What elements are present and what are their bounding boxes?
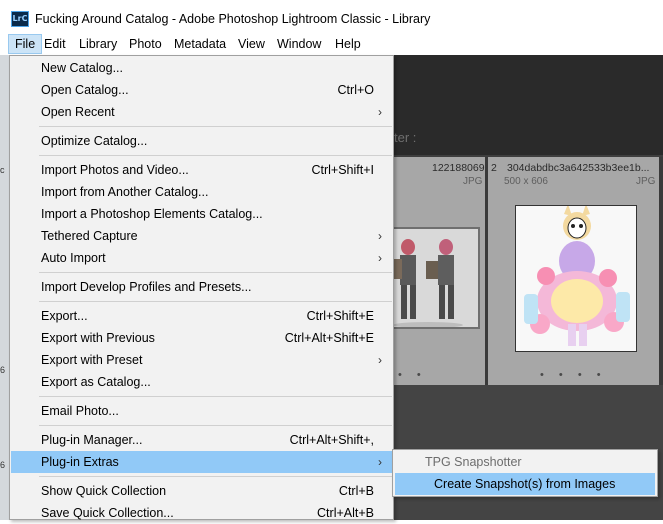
desktop-fragment: c	[0, 165, 5, 175]
submenu-header-tpg-snapshotter: TPG Snapshotter	[395, 451, 655, 473]
grid-cell[interactable]: 122188069 JPG • •	[386, 157, 485, 385]
menu-item-export-as-catalog[interactable]: Export as Catalog...	[11, 371, 392, 393]
menu-photo[interactable]: Photo	[123, 34, 168, 54]
menu-item-import-develop-profiles[interactable]: Import Develop Profiles and Presets...	[11, 276, 392, 298]
menu-window[interactable]: Window	[271, 34, 327, 54]
menu-item-export-with-previous[interactable]: Export with Previous Ctrl+Alt+Shift+E	[11, 327, 392, 349]
menu-item-label: New Catalog...	[41, 61, 123, 75]
menu-item-label: Export as Catalog...	[41, 375, 151, 389]
menu-item-shortcut: Ctrl+Shift+E	[306, 309, 374, 323]
cell-format: JPG	[636, 176, 656, 187]
cell-dimensions: 500 x 606	[504, 176, 548, 187]
menu-item-shortcut: Ctrl+B	[338, 484, 374, 498]
submenu-header-label: TPG Snapshotter	[425, 455, 522, 469]
menu-item-new-catalog[interactable]: New Catalog...	[11, 57, 392, 79]
menu-item-tethered-capture[interactable]: Tethered Capture ›	[11, 225, 392, 247]
menu-item-plugin-extras[interactable]: Plug-in Extras ›	[11, 451, 392, 473]
menu-separator	[39, 301, 392, 302]
menu-item-show-quick-collection[interactable]: Show Quick Collection Ctrl+B	[11, 480, 392, 502]
lightroom-app-icon[interactable]: LrC	[11, 11, 29, 27]
grid-cell[interactable]: 2 304dabdbc3a642533b3ee1b... 500 x 606 J…	[488, 157, 659, 385]
menu-edit[interactable]: Edit	[38, 34, 72, 54]
menu-separator	[39, 476, 392, 477]
window-title: Fucking Around Catalog - Adobe Photoshop…	[35, 12, 431, 26]
menu-item-auto-import[interactable]: Auto Import ›	[11, 247, 392, 269]
thumbnail-image[interactable]	[386, 227, 480, 329]
desktop-fragment: 6	[0, 365, 6, 375]
menu-item-label: Export with Previous	[41, 331, 155, 345]
menu-item-label: Save Quick Collection...	[41, 506, 174, 520]
menu-item-import-photos[interactable]: Import Photos and Video... Ctrl+Shift+I	[11, 159, 392, 181]
library-filter-label[interactable]: ter :	[394, 130, 416, 145]
menu-separator	[39, 155, 392, 156]
menu-help[interactable]: Help	[329, 34, 367, 54]
menu-item-label: Import Photos and Video...	[41, 163, 189, 177]
menu-item-label: Import Develop Profiles and Presets...	[41, 280, 252, 294]
file-menu-dropdown: New Catalog... Open Catalog... Ctrl+O Op…	[9, 55, 394, 520]
desktop-strip: c 6 6	[0, 55, 9, 520]
menu-item-shortcut: Ctrl+O	[337, 83, 374, 97]
plugin-extras-submenu: TPG Snapshotter Create Snapshot(s) from …	[392, 449, 658, 497]
menu-item-shortcut: Ctrl+Alt+Shift+E	[284, 331, 374, 345]
menu-item-optimize-catalog[interactable]: Optimize Catalog...	[11, 130, 392, 152]
library-filter-bar: ter :	[394, 55, 663, 155]
menu-item-import-elements-catalog[interactable]: Import a Photoshop Elements Catalog...	[11, 203, 392, 225]
menu-item-label: Import from Another Catalog...	[41, 185, 209, 199]
cell-format: JPG	[463, 176, 483, 187]
menu-item-create-snapshots[interactable]: Create Snapshot(s) from Images	[395, 473, 655, 495]
menu-item-label: Export...	[41, 309, 88, 323]
cell-filename: 304dabdbc3a642533b3ee1b...	[507, 162, 650, 174]
menu-item-plugin-manager[interactable]: Plug-in Manager... Ctrl+Alt+Shift+,	[11, 429, 392, 451]
menu-item-label: Tethered Capture	[41, 229, 138, 243]
chevron-right-icon: ›	[378, 251, 382, 265]
menu-item-shortcut: Ctrl+Shift+I	[311, 163, 374, 177]
menu-view[interactable]: View	[232, 34, 271, 54]
thumbnail-image[interactable]	[515, 205, 637, 352]
menu-item-email-photo[interactable]: Email Photo...	[11, 400, 392, 422]
thumbnail-art	[516, 206, 636, 351]
cell-dots: • •	[398, 369, 427, 381]
menu-item-label: Export with Preset	[41, 353, 143, 367]
title-bar: LrC Fucking Around Catalog - Adobe Photo…	[0, 0, 663, 34]
menu-item-label: Email Photo...	[41, 404, 119, 418]
menu-item-save-quick-collection[interactable]: Save Quick Collection... Ctrl+Alt+B	[11, 502, 392, 524]
cell-dots: • • • •	[540, 369, 607, 381]
menu-item-open-catalog[interactable]: Open Catalog... Ctrl+O	[11, 79, 392, 101]
menu-bar: File Edit Library Photo Metadata View Wi…	[0, 34, 663, 56]
menu-item-open-recent[interactable]: Open Recent ›	[11, 101, 392, 123]
menu-item-label: Import a Photoshop Elements Catalog...	[41, 207, 263, 221]
chevron-right-icon: ›	[378, 105, 382, 119]
chevron-right-icon: ›	[378, 455, 382, 469]
thumbnail-art	[388, 229, 478, 327]
menu-separator	[39, 396, 392, 397]
menu-item-label: Create Snapshot(s) from Images	[434, 477, 616, 491]
cell-index: 2	[491, 162, 497, 174]
menu-separator	[39, 126, 392, 127]
menu-item-export[interactable]: Export... Ctrl+Shift+E	[11, 305, 392, 327]
menu-separator	[39, 425, 392, 426]
menu-item-label: Show Quick Collection	[41, 484, 167, 498]
menu-item-label: Plug-in Extras	[41, 455, 119, 469]
menu-library[interactable]: Library	[73, 34, 123, 54]
menu-item-export-with-preset[interactable]: Export with Preset ›	[11, 349, 392, 371]
chevron-right-icon: ›	[378, 353, 382, 367]
menu-item-label: Optimize Catalog...	[41, 134, 148, 148]
menu-item-shortcut: Ctrl+Alt+B	[317, 506, 374, 520]
desktop-fragment: 6	[0, 460, 6, 470]
menu-item-label: Plug-in Manager...	[41, 433, 143, 447]
menu-metadata[interactable]: Metadata	[168, 34, 232, 54]
menu-item-label: Open Catalog...	[41, 83, 129, 97]
menu-item-shortcut: Ctrl+Alt+Shift+,	[289, 433, 374, 447]
menu-item-label: Open Recent	[41, 105, 115, 119]
cell-index: 122188069	[432, 162, 485, 174]
menu-separator	[39, 272, 392, 273]
menu-item-label: Auto Import	[41, 251, 106, 265]
menu-item-import-another-catalog[interactable]: Import from Another Catalog...	[11, 181, 392, 203]
chevron-right-icon: ›	[378, 229, 382, 243]
